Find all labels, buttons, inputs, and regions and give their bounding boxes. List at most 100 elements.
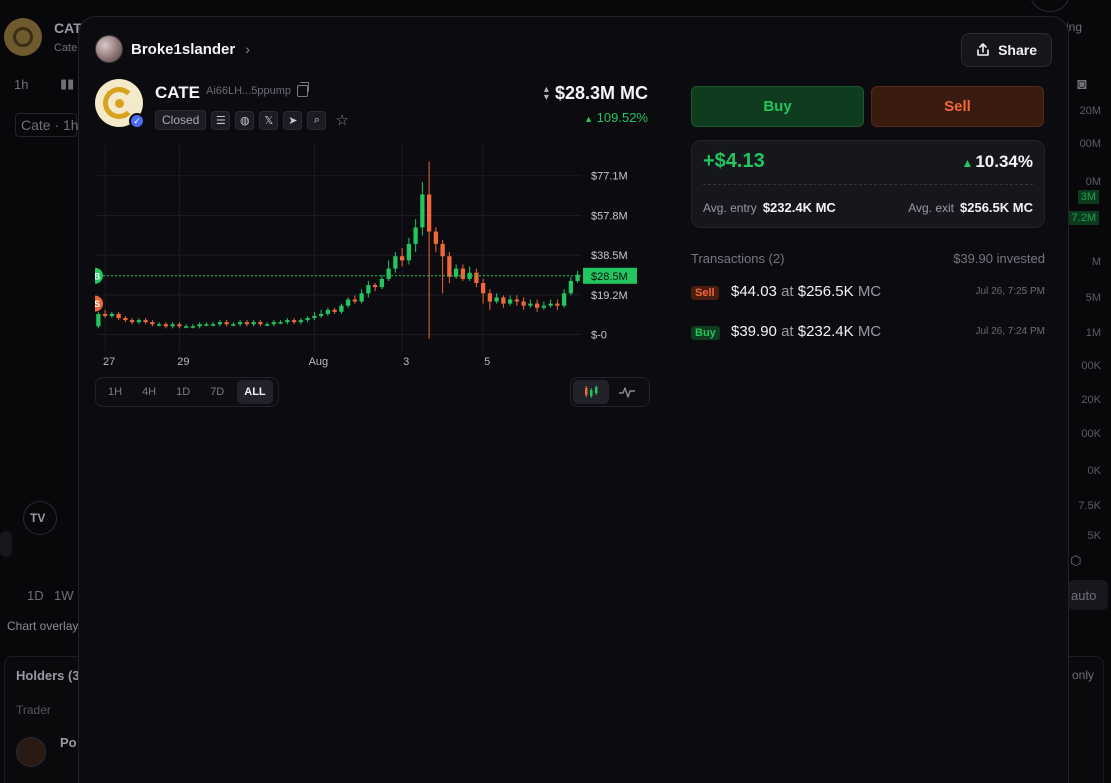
bg-only-label[interactable]: only [1072, 668, 1094, 682]
buy-button[interactable]: Buy [691, 86, 864, 127]
pnl-value: +$4.13 [703, 150, 765, 172]
candle-body [210, 324, 216, 326]
candle-body [352, 299, 358, 302]
timeframe-1d[interactable]: 1D [169, 380, 197, 404]
status-badge: Closed [155, 110, 207, 130]
candle-body [501, 297, 506, 304]
tx-type-badge: Sell [691, 286, 719, 300]
bg-timeframe[interactable]: 1h [14, 77, 28, 92]
transaction-row[interactable]: Sell $44.03 at $256.5K MC Jul 26, 7:25 P… [691, 283, 1045, 303]
camera-icon[interactable]: ◙ [1077, 76, 1087, 94]
token-address[interactable]: Ai66LH...5ppump [206, 82, 309, 97]
price-chart[interactable]: 27 29 Aug 3 5 $77.1M $57.8M $38.5M $19.2M $-0 $28.… [95, 141, 651, 369]
market-cap[interactable]: ▴ ▾ $28.3M MC [544, 83, 648, 104]
candle-body [264, 324, 270, 326]
share-icon [977, 43, 989, 56]
candle-body [521, 301, 526, 306]
globe-icon[interactable]: ◍ [235, 110, 255, 130]
candle-body [366, 285, 371, 294]
panel-collapse-handle[interactable] [0, 531, 12, 557]
avg-entry-label: Avg. entry [703, 201, 757, 215]
user-name[interactable]: Broke1slander [131, 41, 235, 58]
timeframe-4h[interactable]: 4H [135, 380, 163, 404]
share-button[interactable]: Share [961, 33, 1052, 67]
bg-scale-10: 0K [1087, 465, 1101, 477]
candle-body [494, 297, 499, 302]
bg-chart-overlay[interactable]: Chart overlay [7, 619, 78, 633]
candle-body [426, 194, 432, 232]
price-chart-svg[interactable]: 27 29 Aug 3 5 $77.1M $57.8M $38.5M $19.2M $-0 $28.… [95, 141, 651, 369]
bg-trader-name[interactable]: Po [60, 735, 77, 750]
candle-body [305, 318, 310, 321]
transaction-row[interactable]: Buy $39.90 at $232.4K MC Jul 26, 7:24 PM [691, 323, 1045, 343]
avg-entry-value: $232.4K MC [762, 200, 836, 215]
candle-body [163, 324, 169, 327]
x-tick-label: 29 [177, 356, 189, 368]
candle-body [291, 320, 297, 323]
search-icon[interactable]: ⌕ [307, 110, 327, 130]
y-tick-label: $77.1M [591, 171, 628, 183]
bg-holders-label[interactable]: Holders (3 [16, 668, 80, 683]
candle-body [224, 322, 229, 325]
candle-body [251, 322, 256, 325]
pnl-percent-value: 10.34% [975, 152, 1033, 171]
tx-time: Jul 26, 7:24 PM [975, 326, 1045, 337]
user-link[interactable]: Broke1slander › [95, 35, 250, 63]
bg-trader-avatar [16, 737, 46, 767]
candles-view-button[interactable] [573, 380, 609, 404]
bg-tf-1w[interactable]: 1W [54, 588, 74, 603]
bg-scale-2: 00M [1079, 138, 1101, 150]
tx-at: at [781, 283, 794, 300]
candle-body [271, 322, 277, 325]
timeframe-all[interactable]: ALL [237, 380, 273, 404]
candle-body [156, 324, 162, 326]
timeframe-1h[interactable]: 1H [101, 380, 129, 404]
settings-icon[interactable]: ⬡ [1070, 553, 1081, 569]
share-label: Share [998, 42, 1037, 58]
tx-mc-unit: MC [857, 323, 882, 340]
bg-tf-1d[interactable]: 1D [27, 588, 44, 603]
avg-exit: Avg. exit $256.5K MC [908, 200, 1033, 215]
bg-trader-label: Trader [16, 703, 51, 717]
tx-at: at [781, 323, 794, 340]
bg-scale-4: M [1091, 256, 1101, 268]
tx-time: Jul 26, 7:25 PM [975, 286, 1045, 297]
line-view-button[interactable] [609, 380, 645, 404]
candle-body [136, 320, 142, 323]
candle-body [406, 243, 412, 261]
bg-top-button[interactable] [1030, 0, 1070, 12]
transactions-header: Transactions (2) $39.90 invested [691, 251, 1045, 266]
telegram-icon[interactable]: ➤ [283, 110, 303, 130]
tx-mc: $232.4K [797, 323, 854, 340]
candle-body [372, 285, 378, 288]
y-tick-label: $-0 [591, 330, 607, 342]
star-icon[interactable]: ☆ [335, 111, 348, 129]
menu-lines-icon[interactable]: ☰ [211, 110, 231, 130]
candles-icon[interactable]: ▮▮ [60, 76, 74, 92]
x-twitter-icon[interactable]: 𝕏 [259, 110, 279, 130]
candle-body [568, 280, 574, 294]
candle-body [555, 303, 560, 306]
tx-amount: $44.03 [731, 283, 777, 300]
bg-scale-12: 5K [1087, 530, 1101, 542]
avg-exit-value: $256.5K MC [960, 200, 1033, 215]
candle-body [116, 313, 121, 319]
bg-scale-7: 00K [1081, 360, 1101, 372]
bg-scale-11: 7.5K [1078, 500, 1101, 512]
change-arrow: ▲ [584, 114, 594, 124]
candle-body [285, 320, 290, 323]
candle-body [170, 324, 175, 327]
up-triangle-icon: ▲ [961, 156, 974, 170]
sell-button[interactable]: Sell [871, 86, 1044, 127]
bg-chart-label: Cate · 1h [21, 117, 79, 133]
candle-body [123, 318, 128, 321]
candle-body [534, 303, 540, 308]
chart-view-toggle [570, 377, 650, 407]
bg-scale-8: 20K [1081, 394, 1101, 406]
copy-icon[interactable] [297, 82, 309, 97]
candle-body [177, 324, 182, 327]
candle-body [217, 322, 223, 325]
timeframe-7d[interactable]: 7D [203, 380, 231, 404]
candle-body [440, 243, 445, 257]
bg-auto-label[interactable]: auto [1071, 588, 1096, 603]
